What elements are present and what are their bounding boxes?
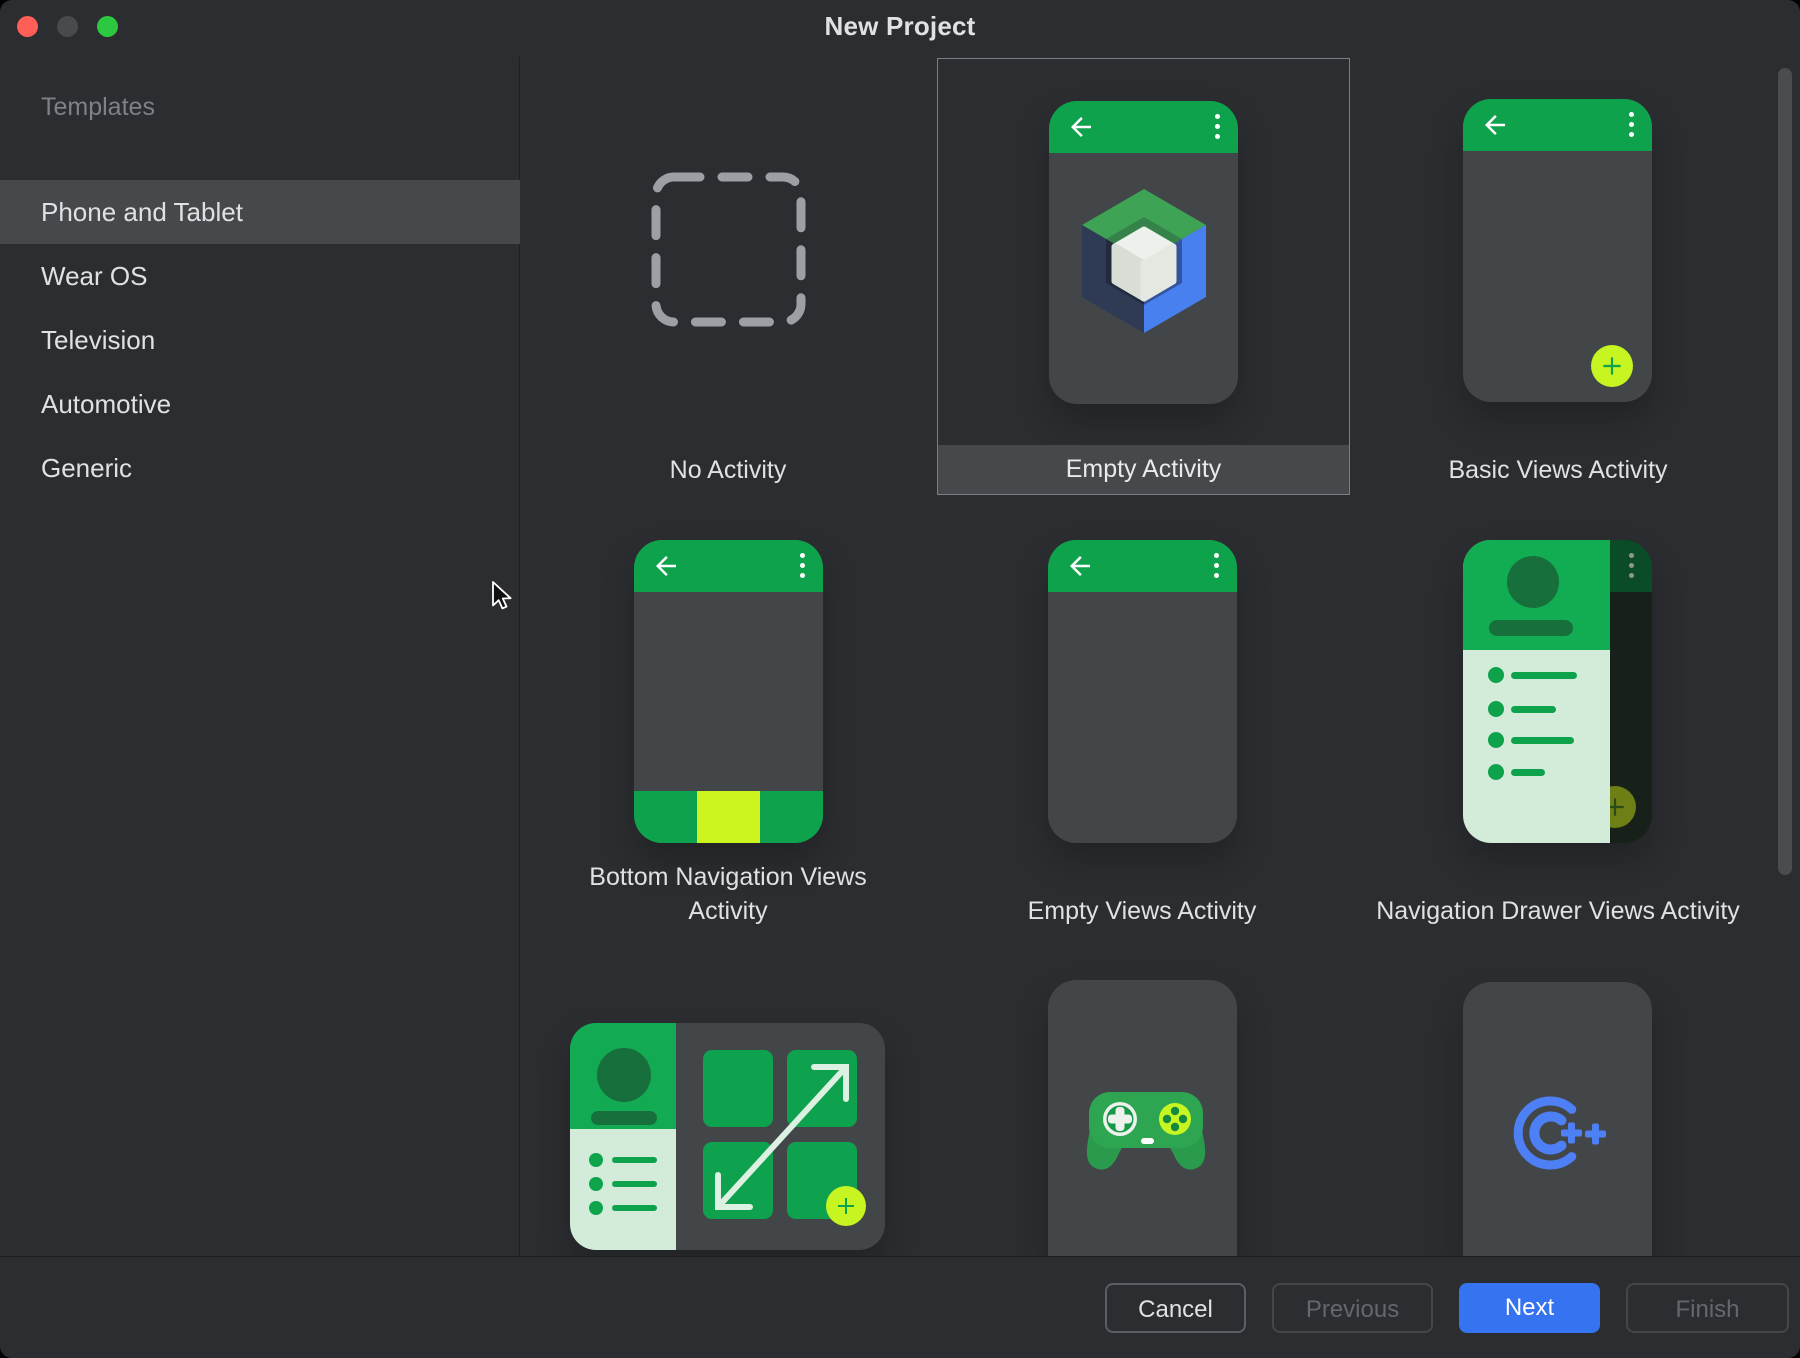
mock-appbar: [1463, 99, 1652, 151]
jetpack-compose-icon: [1069, 181, 1219, 340]
card-label: No Activity: [521, 453, 935, 487]
title-bar[interactable]: New Project: [0, 0, 1800, 57]
drawer-header: [1463, 540, 1610, 650]
fab-plus-icon: [826, 1186, 866, 1226]
kebab-menu-icon: [1629, 553, 1635, 583]
phone-mockup: [1048, 540, 1237, 843]
drawer-item-line: [1511, 706, 1556, 713]
card-label-selected: Empty Activity: [938, 445, 1349, 494]
back-arrow-icon: [1066, 112, 1096, 142]
phone-mockup: [634, 540, 823, 843]
kebab-menu-icon: [800, 553, 806, 583]
drawer-item-line: [612, 1181, 657, 1187]
phone-mockup: [1048, 980, 1237, 1256]
gamepad-icon: [1083, 1088, 1209, 1174]
phone-mockup: [1463, 540, 1652, 843]
template-gallery: No Activity: [521, 57, 1800, 1256]
template-category-sidebar: Templates Phone and Tablet Wear OS Telev…: [0, 57, 520, 1256]
finish-button[interactable]: Finish: [1626, 1283, 1789, 1333]
drawer-header: [570, 1023, 676, 1129]
drawer-item-bullet: [1488, 667, 1504, 683]
card-label: Navigation Drawer Views Activity: [1351, 894, 1765, 928]
drawer-item-line: [1511, 672, 1577, 679]
drawer-item-line: [1511, 769, 1545, 776]
sidebar-item-phone-and-tablet[interactable]: Phone and Tablet: [0, 180, 520, 244]
avatar-name-bar: [591, 1111, 657, 1125]
sidebar-item-television[interactable]: Television: [0, 308, 520, 372]
mock-nav-drawer: [1463, 540, 1610, 843]
sidebar-item-wear-os[interactable]: Wear OS: [0, 244, 520, 308]
mock-appbar: [1048, 540, 1237, 592]
template-card-empty-activity[interactable]: Empty Activity: [937, 58, 1350, 495]
cancel-button[interactable]: Cancel: [1105, 1283, 1246, 1333]
back-arrow-icon: [651, 551, 681, 581]
drawer-item-line: [612, 1157, 657, 1163]
scrollbar[interactable]: [1778, 68, 1792, 875]
next-button[interactable]: Next: [1459, 1283, 1600, 1333]
avatar: [1507, 556, 1559, 608]
dashed-frame-icon: [650, 171, 807, 328]
sidebar-item-automotive[interactable]: Automotive: [0, 372, 520, 436]
card-label: Empty Views Activity: [935, 894, 1349, 928]
phone-mockup: [1463, 982, 1652, 1256]
kebab-menu-icon: [1214, 553, 1220, 583]
dialog-footer: Cancel Previous Next Finish: [0, 1256, 1800, 1358]
kebab-menu-icon: [1215, 114, 1221, 144]
cpp-icon: [1513, 1096, 1607, 1170]
kebab-menu-icon: [1629, 112, 1635, 142]
drawer-item-bullet: [589, 1153, 603, 1167]
dialog-title: New Project: [0, 11, 1800, 42]
drawer-list: [570, 1129, 676, 1250]
drawer-item-bullet: [1488, 732, 1504, 748]
fab-plus-icon: [1591, 345, 1633, 387]
tablet-mockup: [570, 1023, 885, 1250]
drawer-item-bullet: [1488, 764, 1504, 780]
mock-appbar: [634, 540, 823, 592]
card-label: Bottom Navigation Views Activity: [558, 860, 898, 928]
drawer-item-line: [612, 1205, 657, 1211]
screen: New Project Templates Phone and Tablet W…: [0, 0, 1800, 1358]
avatar: [597, 1048, 651, 1102]
new-project-dialog: New Project Templates Phone and Tablet W…: [0, 0, 1800, 1358]
phone-mockup: [1049, 101, 1238, 404]
drawer-item-bullet: [589, 1201, 603, 1215]
mock-appbar: [1049, 101, 1238, 153]
back-arrow-icon: [1480, 110, 1510, 140]
back-arrow-icon: [1065, 551, 1095, 581]
avatar-name-bar: [1489, 620, 1573, 636]
drawer-item-line: [1511, 737, 1574, 744]
drawer-item-bullet: [589, 1177, 603, 1191]
templates-header: Templates: [41, 93, 155, 122]
sidebar-item-generic[interactable]: Generic: [0, 436, 520, 500]
mouse-cursor-icon: [487, 578, 517, 612]
drawer-item-bullet: [1488, 701, 1504, 717]
phone-mockup: [1463, 99, 1652, 402]
previous-button[interactable]: Previous: [1272, 1283, 1433, 1333]
mock-bottom-nav: [634, 791, 823, 843]
card-label: Basic Views Activity: [1351, 453, 1765, 487]
